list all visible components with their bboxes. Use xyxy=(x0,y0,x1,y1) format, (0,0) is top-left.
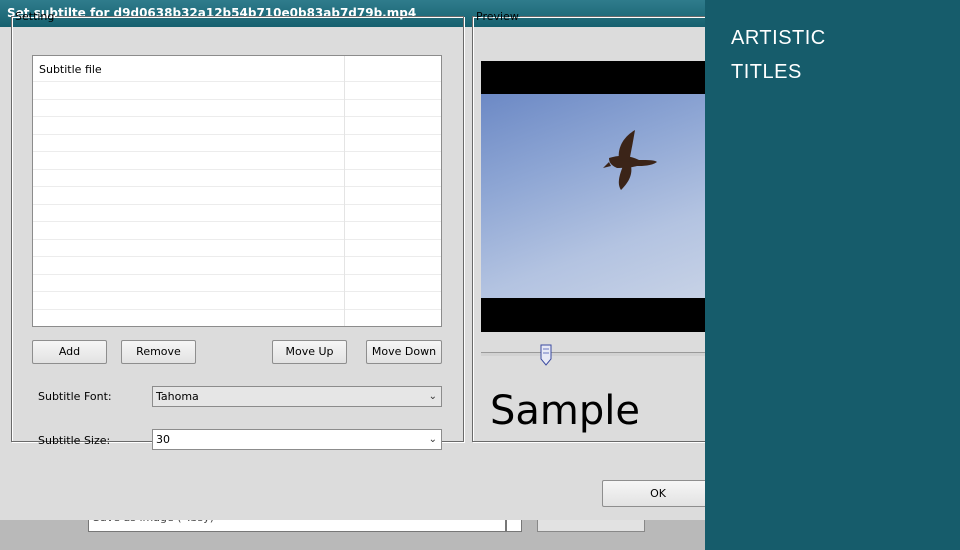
banner-title-line2: TITLES xyxy=(731,61,802,83)
add-button[interactable]: Add xyxy=(32,340,107,364)
subtitle-size-label: Subtitle Size: xyxy=(38,434,111,447)
list-item[interactable] xyxy=(33,152,441,170)
subtitle-font-label: Subtitle Font: xyxy=(38,390,112,403)
chevron-down-icon: ⌄ xyxy=(428,434,437,445)
banner-title-line1: ARTISTIC xyxy=(731,27,826,49)
list-item[interactable] xyxy=(33,205,441,222)
move-down-button[interactable]: Move Down xyxy=(366,340,442,364)
setting-legend: Setting xyxy=(15,10,55,23)
preview-frame-image xyxy=(481,94,705,298)
list-item[interactable] xyxy=(33,292,441,310)
promo-banner: ARTISTIC TITLES xyxy=(705,0,960,550)
chevron-down-icon: ⌄ xyxy=(428,391,437,402)
list-item[interactable] xyxy=(33,257,441,275)
list-item[interactable] xyxy=(33,222,441,240)
subtitle-size-select[interactable]: 30 ⌄ xyxy=(152,429,442,450)
subtitle-size-value: 30 xyxy=(156,433,170,446)
list-item[interactable] xyxy=(33,82,441,100)
list-item[interactable] xyxy=(33,275,441,292)
subtitle-font-select[interactable]: Tahoma ⌄ xyxy=(152,386,442,407)
subtitle-file-list[interactable]: Subtitle file xyxy=(32,55,442,327)
list-header: Subtitle file xyxy=(33,56,441,82)
subtitle-font-value: Tahoma xyxy=(156,390,199,403)
move-up-button[interactable]: Move Up xyxy=(272,340,347,364)
preview-slider-thumb[interactable] xyxy=(540,344,552,369)
video-preview xyxy=(481,61,705,332)
bird-icon xyxy=(603,130,657,190)
list-item[interactable] xyxy=(33,117,441,135)
list-item[interactable] xyxy=(33,170,441,187)
list-item[interactable] xyxy=(33,135,441,152)
list-item[interactable] xyxy=(33,187,441,205)
ok-button[interactable]: OK xyxy=(602,480,714,507)
list-item[interactable] xyxy=(33,240,441,257)
remove-button[interactable]: Remove xyxy=(121,340,196,364)
sample-text: Sample xyxy=(490,388,640,434)
column-divider xyxy=(344,56,345,326)
preview-slider-track[interactable] xyxy=(481,352,705,356)
preview-legend: Preview xyxy=(476,10,519,23)
list-item[interactable] xyxy=(33,100,441,117)
